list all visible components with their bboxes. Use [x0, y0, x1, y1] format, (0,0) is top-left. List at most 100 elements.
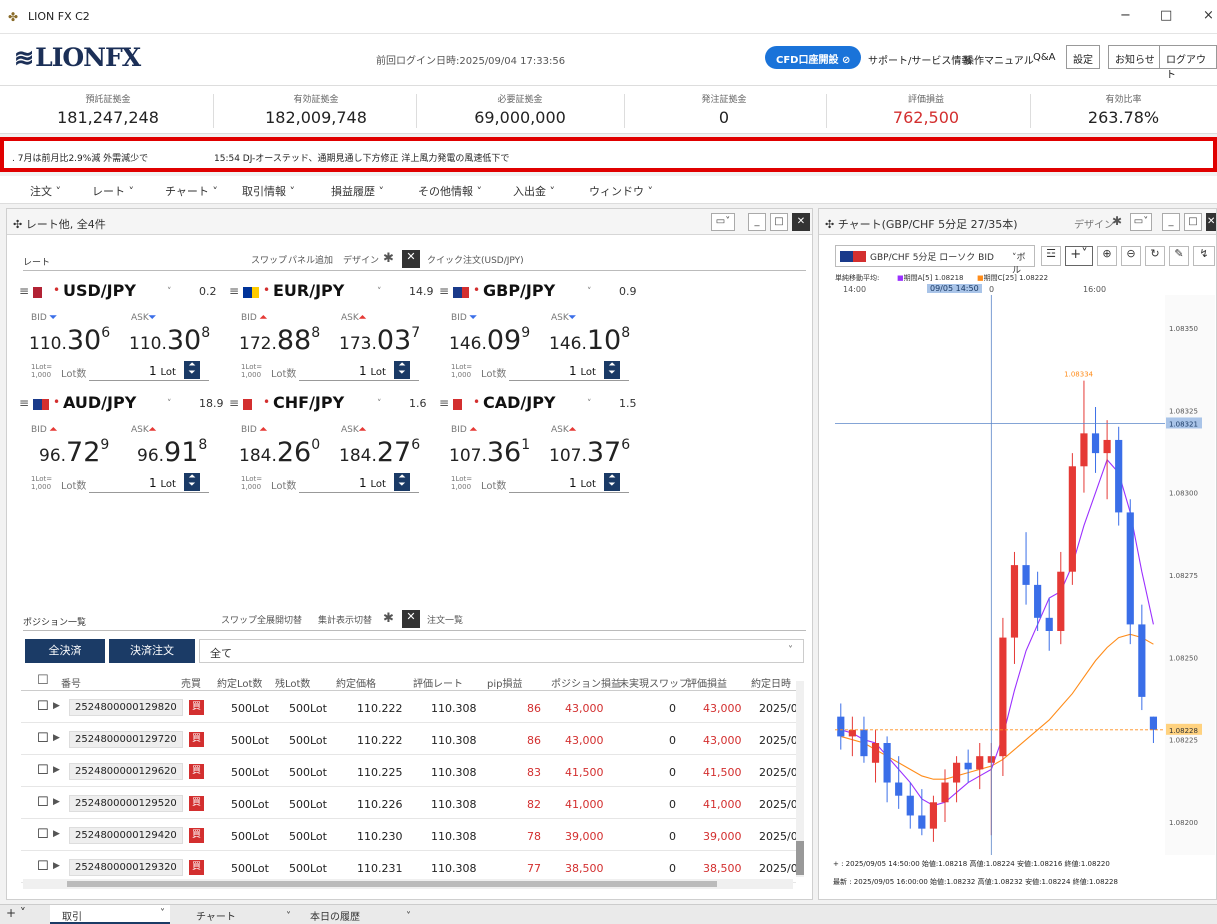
gear-icon[interactable]: ✱ — [383, 611, 394, 626]
pair-name[interactable]: CAD/JPY — [483, 393, 556, 412]
panel-minimize-button[interactable]: _ — [748, 213, 766, 231]
drag-handle-icon[interactable]: ≡ — [439, 284, 449, 298]
bid-price[interactable]: 172.888 — [239, 325, 320, 356]
lot-stepper[interactable]: ⏶ ⏷ — [604, 473, 620, 491]
expand-all-link[interactable]: 全展開切替 — [257, 613, 302, 626]
lot-stepper[interactable]: ⏶ ⏷ — [184, 473, 200, 491]
drag-handle-icon[interactable]: ≡ — [229, 396, 239, 410]
lot-stepper[interactable]: ⏶ ⏷ — [604, 361, 620, 379]
drag-handle-icon[interactable]: ≡ — [439, 396, 449, 410]
add-tab-icon[interactable]: + ˅ — [6, 906, 26, 920]
pair-dropdown-icon[interactable]: ˅ — [167, 287, 172, 297]
select-all-checkbox[interactable]: ☐ — [37, 673, 49, 688]
expand-icon[interactable]: ▶ — [53, 765, 60, 775]
settings-button[interactable]: 設定 — [1066, 45, 1100, 69]
tab-quick-order[interactable]: クイック注文(USD/JPY) — [427, 253, 524, 266]
quote-card[interactable]: ≡ • GBP/JPY ˅ 0.9 BID ⏷ ASK⏷ 146.099 146… — [439, 275, 649, 403]
expand-icon[interactable]: ▶ — [53, 829, 60, 839]
close-icon[interactable]: ✕ — [402, 250, 420, 268]
minimize-button[interactable]: − — [1120, 8, 1131, 23]
menu-window[interactable]: ウィンドウ ˅ — [589, 183, 653, 199]
menu-other-info[interactable]: その他情報 ˅ — [418, 183, 482, 199]
ask-price[interactable]: 96.918 — [137, 437, 207, 468]
tab-trade[interactable]: 取引 ˅ — [50, 905, 170, 924]
quote-card[interactable]: ≡ • USD/JPY ˅ 0.2 BID ⏷ ASK⏷ 110.306 110… — [19, 275, 229, 403]
notice-button[interactable]: お知らせ — [1108, 45, 1162, 69]
position-swap-link[interactable]: スワップ — [221, 613, 257, 626]
quote-card[interactable]: ≡ • CHF/JPY ˅ 1.6 BID ⏶ ASK⏶ 184.260 184… — [229, 387, 439, 515]
zoom-in-icon[interactable]: ⊕ — [1097, 246, 1117, 266]
lot-value[interactable]: 1 Lot — [149, 364, 176, 378]
table-row[interactable]: ☐ ▶ 2524800000129720 買 500Lot 500Lot 110… — [21, 725, 798, 755]
pair-dropdown-icon[interactable]: ˅ — [167, 399, 172, 409]
candlestick-chart[interactable]: 1.08350 1.08325 1.08300 1.08275 1.08250 1.082… — [835, 295, 1215, 855]
panel-maximize-button[interactable]: □ — [770, 213, 788, 231]
panel-close-button[interactable]: ✕ — [792, 213, 810, 231]
ask-price[interactable]: 110.308 — [129, 325, 210, 356]
tab-positions[interactable]: ポジション一覧 — [23, 615, 86, 628]
row-checkbox[interactable]: ☐ — [37, 763, 49, 778]
ask-price[interactable]: 184.276 — [339, 437, 420, 468]
menu-order[interactable]: 注文 ˅ — [30, 183, 61, 199]
quote-card[interactable]: ≡ • AUD/JPY ˅ 18.9 BID ⏶ ASK⏶ 96.729 96.… — [19, 387, 229, 515]
ask-price[interactable]: 146.108 — [549, 325, 630, 356]
expand-icon[interactable]: ▶ — [53, 733, 60, 743]
drag-handle-icon[interactable]: ≡ — [19, 396, 29, 410]
drag-handle-icon[interactable]: ≡ — [19, 284, 29, 298]
row-checkbox[interactable]: ☐ — [37, 699, 49, 714]
bid-price[interactable]: 110.306 — [29, 325, 110, 356]
menu-deposit[interactable]: 入出金 ˅ — [513, 183, 555, 199]
menu-trade-info[interactable]: 取引情報 ˅ — [242, 183, 295, 199]
zoom-out-icon[interactable]: ⊖ — [1121, 246, 1141, 266]
menu-chart[interactable]: チャート ˅ — [165, 183, 218, 199]
expand-icon[interactable]: ▶ — [53, 861, 60, 871]
tab-rate[interactable]: レート — [23, 255, 50, 268]
table-row[interactable]: ☐ ▶ 2524800000129420 買 500Lot 500Lot 110… — [21, 821, 798, 851]
support-link[interactable]: サポート/サービス情報 — [868, 52, 971, 67]
panel-menu-button[interactable]: ▭˅ — [711, 213, 735, 231]
chart-menu-button[interactable]: ▭˅ — [1130, 213, 1152, 231]
chart-maximize-button[interactable]: □ — [1184, 213, 1202, 231]
pair-name[interactable]: USD/JPY — [63, 281, 136, 300]
line-tool-icon[interactable]: ↯ — [1193, 246, 1215, 266]
menu-pl-history[interactable]: 損益履歴 ˅ — [331, 183, 384, 199]
table-row[interactable]: ☐ ▶ 2524800000129820 買 500Lot 500Lot 110… — [21, 693, 798, 723]
swap-link[interactable]: スワップ — [251, 253, 287, 266]
cfd-open-account-button[interactable]: CFD口座開設 ⊘ — [765, 46, 861, 69]
chart-close-button[interactable]: ✕ — [1206, 213, 1216, 231]
pair-name[interactable]: CHF/JPY — [273, 393, 344, 412]
pair-dropdown-icon[interactable]: ˅ — [377, 399, 382, 409]
lot-value[interactable]: 1 Lot — [359, 364, 386, 378]
summary-toggle-link[interactable]: 集計表示切替 — [318, 613, 372, 626]
refresh-icon[interactable]: ↻ — [1145, 246, 1165, 266]
quote-card[interactable]: ≡ • CAD/JPY ˅ 1.5 BID ⏶ ASK⏶ 107.361 107… — [439, 387, 649, 515]
bid-price[interactable]: 96.729 — [39, 437, 109, 468]
lot-value[interactable]: 1 Lot — [569, 364, 596, 378]
quote-card[interactable]: ≡ • EUR/JPY ˅ 14.9 BID ⏶ ASK⏶ 172.888 17… — [229, 275, 439, 403]
bid-price[interactable]: 184.260 — [239, 437, 320, 468]
crosshair-icon[interactable]: +˅ — [1065, 246, 1093, 266]
expand-icon[interactable]: ▶ — [53, 797, 60, 807]
chart-design-link[interactable]: デザイン — [1074, 216, 1114, 231]
design-link[interactable]: デザイン — [343, 253, 379, 266]
bid-price[interactable]: 146.099 — [449, 325, 530, 356]
close-order-button[interactable]: 決済注文 — [109, 639, 195, 663]
ask-price[interactable]: 173.037 — [339, 325, 420, 356]
bid-price[interactable]: 107.361 — [449, 437, 530, 468]
pair-dropdown-icon[interactable]: ˅ — [587, 287, 592, 297]
table-row[interactable]: ☐ ▶ 2524800000129620 買 500Lot 500Lot 110… — [21, 757, 798, 787]
pair-dropdown-icon[interactable]: ˅ — [587, 399, 592, 409]
maximize-button[interactable]: □ — [1160, 8, 1172, 23]
row-checkbox[interactable]: ☐ — [37, 795, 49, 810]
drag-handle-icon[interactable]: ≡ — [229, 284, 239, 298]
close-icon[interactable]: ✕ — [402, 610, 420, 628]
qa-link[interactable]: Q&A — [1033, 52, 1056, 63]
news-ticker[interactable]: . 7月は前月比2.9%減 外需減少で 15:54 DJ-オーステッド、通期見通… — [0, 137, 1217, 172]
logout-button[interactable]: ログアウト — [1159, 45, 1217, 81]
close-window-button[interactable]: × — [1203, 8, 1214, 23]
tab-today-history[interactable]: 本日の履歴 ˅ — [310, 908, 411, 923]
lot-value[interactable]: 1 Lot — [359, 476, 386, 490]
vertical-scrollbar[interactable] — [796, 681, 804, 877]
pair-name[interactable]: EUR/JPY — [273, 281, 344, 300]
tab-chart[interactable]: チャート ˅ — [196, 908, 291, 923]
